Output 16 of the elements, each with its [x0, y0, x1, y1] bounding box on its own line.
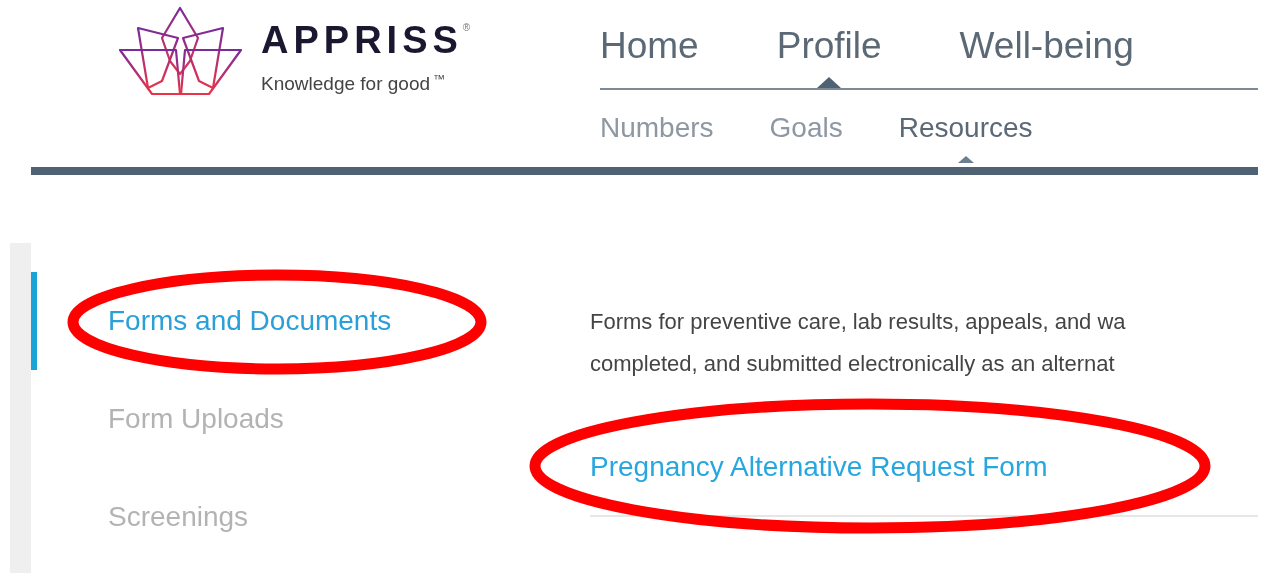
description-text: Forms for preventive care, lab results, appeals, and wa — [590, 308, 1127, 336]
sidebar-item[interactable]: Form Uploads — [31, 370, 284, 468]
subnav-tab[interactable]: Numbers — [600, 110, 714, 163]
nav-tab[interactable]: Well-being — [959, 22, 1134, 88]
lotus-logo-icon — [118, 6, 243, 98]
form-link[interactable]: Pregnancy Alternative Request Form — [590, 447, 1258, 487]
tagline: Knowledge for good — [261, 72, 430, 96]
description-text: completed, and submitted electronically as an alternat — [590, 350, 1116, 378]
registered-mark: ® — [462, 22, 471, 33]
sidebar-item[interactable]: Screenings — [31, 468, 249, 566]
subnav-tab[interactable]: Goals — [769, 110, 843, 163]
trademark-mark: ™ — [433, 72, 445, 86]
nav-tab[interactable]: Profile — [776, 22, 882, 88]
brand-name: APPRISS — [261, 18, 463, 62]
nav-tab[interactable]: Home — [600, 22, 699, 88]
sidebar-item[interactable]: Forms and Documents — [31, 272, 392, 370]
